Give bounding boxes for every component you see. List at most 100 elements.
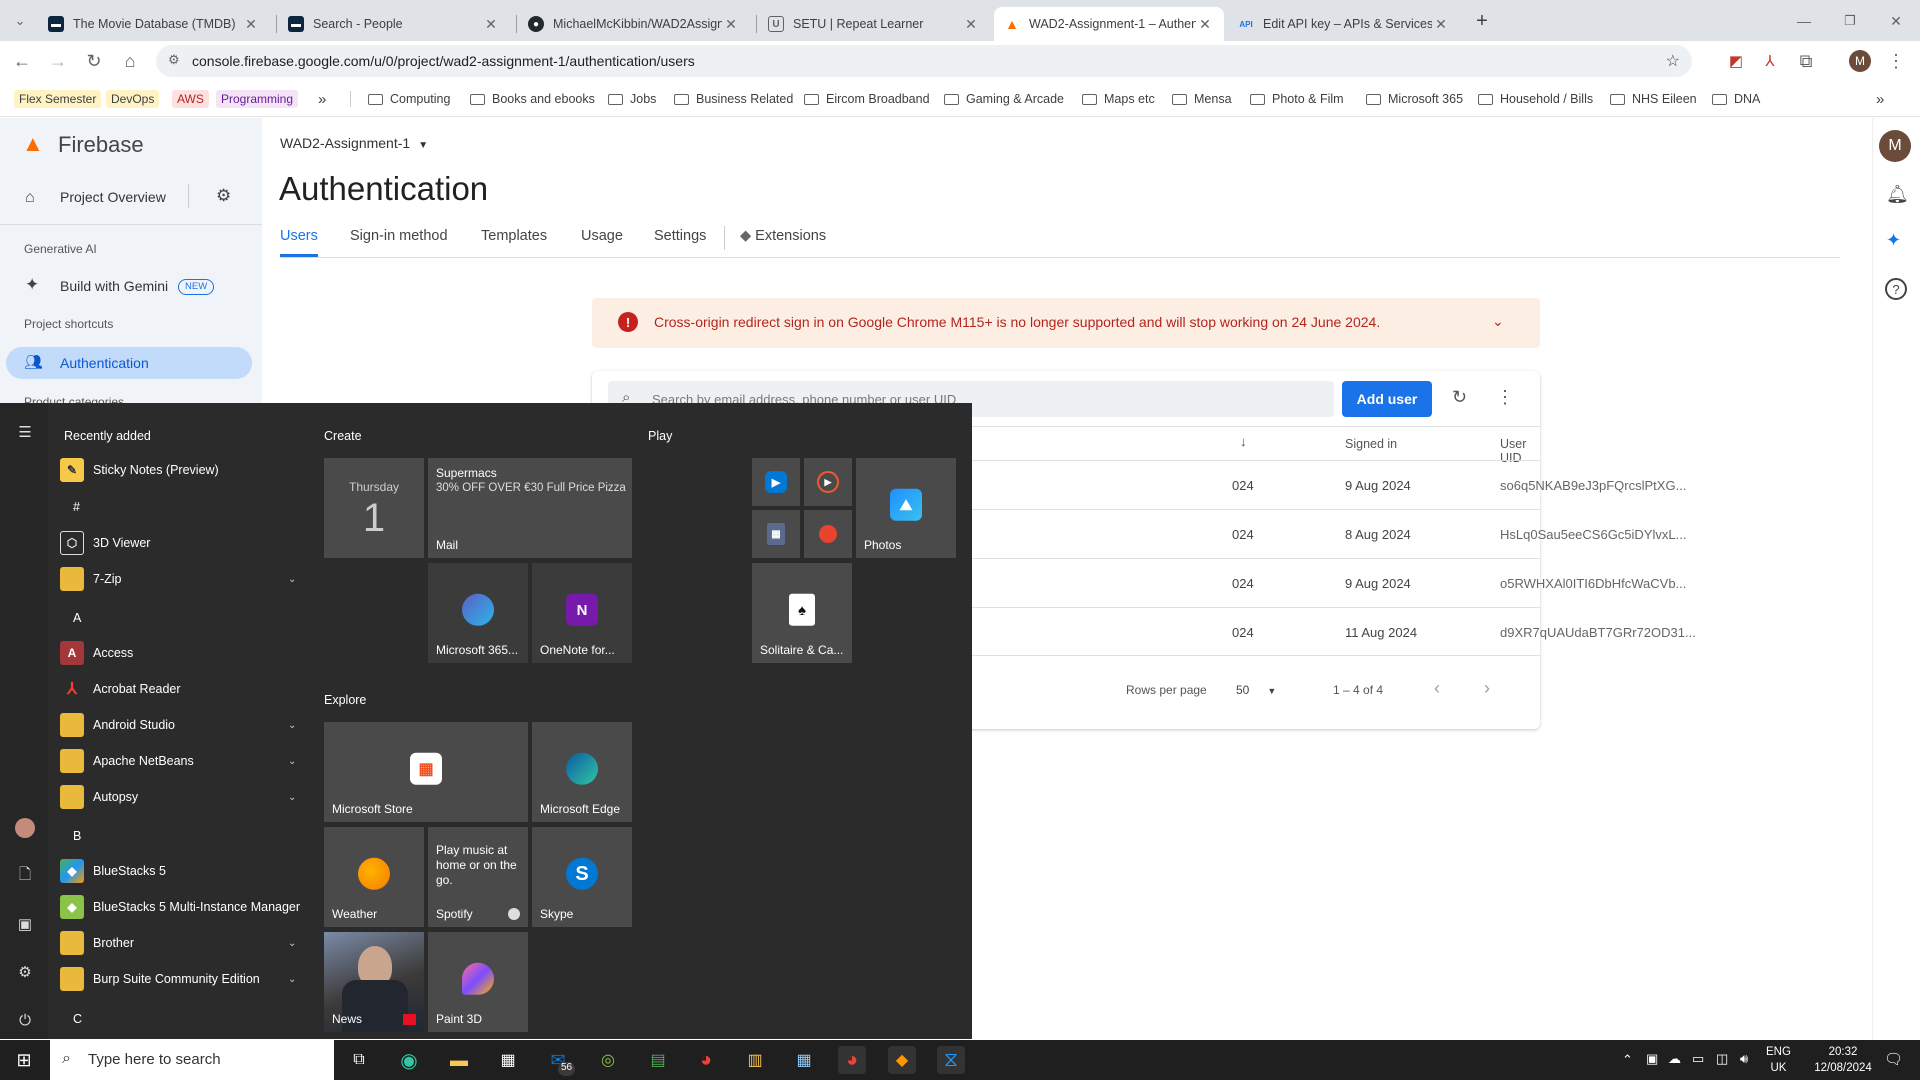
sidebar-item-authentication[interactable]: 👥︎ Authentication bbox=[6, 347, 252, 379]
gemini-sparkle-icon[interactable]: ✦ bbox=[1886, 230, 1901, 251]
bookmark-aws[interactable]: AWS bbox=[172, 90, 209, 108]
address-bar[interactable]: ⚙ console.firebase.google.com/u/0/projec… bbox=[156, 45, 1692, 77]
acrobat-extension-icon[interactable]: ⅄ bbox=[1756, 47, 1784, 75]
solitaire-tile[interactable]: ♠ Solitaire & Ca... bbox=[752, 563, 852, 663]
microsoft-store-tile[interactable]: ▦ Microsoft Store bbox=[324, 722, 528, 822]
all-bookmarks-chevron-icon[interactable]: » bbox=[1876, 89, 1884, 109]
network-icon[interactable]: ◫ bbox=[1716, 1051, 1728, 1067]
forward-arrow-icon[interactable]: → bbox=[44, 47, 72, 75]
spotify-tile[interactable]: Play music at home or on the go. Spotify bbox=[428, 827, 528, 927]
bookmark-devops[interactable]: DevOps bbox=[106, 90, 160, 108]
browser-tab-active[interactable]: ▲ WAD2-Assignment-1 – Authent… ✕ bbox=[994, 7, 1224, 41]
bookmark-folder[interactable]: NHS Eileen bbox=[1610, 89, 1697, 109]
help-icon[interactable]: ? bbox=[1885, 278, 1907, 300]
weather-tile[interactable]: Weather bbox=[324, 827, 424, 927]
expand-chevron-icon[interactable]: ⌄ bbox=[1492, 313, 1504, 330]
bookmark-folder[interactable]: Mensa bbox=[1172, 89, 1232, 109]
paint-3d-tile[interactable]: Paint 3D bbox=[428, 932, 528, 1032]
account-avatar[interactable]: M bbox=[1879, 130, 1911, 162]
documents-icon[interactable]: 🗋︎ bbox=[14, 865, 36, 887]
settings-gear-icon[interactable]: ⚙ bbox=[216, 186, 231, 206]
show-hidden-icons-icon[interactable]: ⌃ bbox=[1622, 1052, 1633, 1068]
app-list-item[interactable]: Brother ⌄ bbox=[60, 925, 300, 961]
store-taskbar-icon[interactable]: ▦ bbox=[494, 1046, 522, 1074]
pictures-icon[interactable]: ▣ bbox=[14, 913, 36, 935]
user-avatar-icon[interactable] bbox=[14, 817, 36, 839]
power-icon[interactable]: ⏻ bbox=[14, 1009, 36, 1031]
restore-button[interactable]: ❐ bbox=[1836, 7, 1864, 35]
skype-tile[interactable]: S Skype bbox=[532, 827, 632, 927]
chrome-profile-taskbar-icon[interactable]: ◕ bbox=[838, 1046, 866, 1074]
group-letter[interactable]: C bbox=[73, 1012, 82, 1026]
edge-taskbar-icon[interactable]: ◉ bbox=[395, 1046, 423, 1074]
prev-page-icon[interactable]: ‹ bbox=[1434, 678, 1440, 699]
battery-icon[interactable]: ▭ bbox=[1692, 1051, 1704, 1067]
android-studio-taskbar-icon[interactable]: ◎ bbox=[594, 1046, 622, 1074]
bookmark-folder[interactable]: Jobs bbox=[608, 89, 656, 109]
microsoft-365-tile[interactable]: Microsoft 365... bbox=[428, 563, 528, 663]
chrome-taskbar-icon[interactable]: ◕ bbox=[692, 1046, 720, 1074]
group-letter[interactable]: B bbox=[73, 829, 81, 843]
tab-sign-in-method[interactable]: Sign-in method bbox=[350, 228, 448, 244]
browser-tab[interactable]: U SETU | Repeat Learner ✕ bbox=[758, 7, 990, 41]
bookmark-flex-semester[interactable]: Flex Semester bbox=[14, 90, 102, 108]
sort-arrow-icon[interactable]: ↓ bbox=[1240, 434, 1247, 449]
home-icon[interactable]: ⌂ bbox=[116, 47, 144, 75]
calculator-taskbar-icon[interactable]: ▦ bbox=[790, 1046, 818, 1074]
profile-avatar[interactable]: M bbox=[1846, 47, 1874, 75]
app-list-item[interactable]: 7-Zip ⌄ bbox=[60, 561, 300, 597]
site-info-icon[interactable]: ⚙ bbox=[168, 52, 180, 68]
bookmark-folder[interactable]: DNA bbox=[1712, 89, 1760, 109]
new-tab-button[interactable]: + bbox=[1468, 7, 1496, 35]
bookmark-programming[interactable]: Programming bbox=[216, 90, 299, 108]
more-vert-icon[interactable]: ⋮ bbox=[1496, 387, 1514, 408]
volume-icon[interactable]: 🔊︎ bbox=[1740, 1051, 1748, 1067]
notepad-taskbar-icon[interactable]: ▤ bbox=[644, 1046, 672, 1074]
star-bookmark-icon[interactable]: ☆ bbox=[1666, 51, 1680, 71]
close-icon[interactable]: ✕ bbox=[962, 16, 980, 33]
back-arrow-icon[interactable]: ← bbox=[8, 47, 36, 75]
git-taskbar-icon[interactable]: ◆ bbox=[888, 1046, 916, 1074]
bookmark-folder[interactable]: Eircom Broadband bbox=[804, 89, 930, 109]
app-list-item[interactable]: Android Studio ⌄ bbox=[60, 707, 300, 743]
bookmark-folder[interactable]: Business Related bbox=[674, 89, 793, 109]
calculator-tile[interactable]: ▦ bbox=[752, 510, 800, 558]
hamburger-menu-icon[interactable]: ☰ bbox=[14, 421, 36, 443]
close-icon[interactable]: ✕ bbox=[1196, 16, 1214, 33]
microsoft-edge-tile[interactable]: Microsoft Edge bbox=[532, 722, 632, 822]
minimize-button[interactable]: — bbox=[1790, 7, 1818, 35]
clock[interactable]: 20:32 12/08/2024 bbox=[1808, 1044, 1878, 1076]
notifications-bell-icon[interactable]: 🔔︎ bbox=[1886, 184, 1909, 205]
close-icon[interactable]: ✕ bbox=[722, 16, 740, 33]
taskbar-search-input[interactable]: ⌕ Type here to search bbox=[50, 1040, 334, 1080]
calendar-tile[interactable]: Thursday 1 bbox=[324, 458, 424, 558]
movies-tile[interactable]: ▶ bbox=[752, 458, 800, 506]
app-list-item[interactable]: Autopsy ⌄ bbox=[60, 779, 300, 815]
photos-tile[interactable]: ⛰ Photos bbox=[856, 458, 956, 558]
build-with-gemini-link[interactable]: Build with Gemini bbox=[60, 278, 168, 294]
app-list-item[interactable]: Apache NetBeans ⌄ bbox=[60, 743, 300, 779]
project-overview-link[interactable]: Project Overview bbox=[60, 189, 166, 205]
app-list-item[interactable]: ◆ BlueStacks 5 bbox=[60, 853, 166, 889]
project-switcher[interactable]: WAD2-Assignment-1 ▼ bbox=[280, 135, 428, 151]
tab-templates[interactable]: Templates bbox=[481, 228, 547, 244]
tab-extensions[interactable]: ◆ Extensions bbox=[740, 228, 826, 244]
news-tile[interactable]: News bbox=[324, 932, 424, 1032]
onenote-tile[interactable]: N OneNote for... bbox=[532, 563, 632, 663]
app-list-item[interactable]: ⬡ 3D Viewer bbox=[60, 525, 150, 561]
bookmark-folder[interactable]: Household / Bills bbox=[1478, 89, 1593, 109]
add-user-button[interactable]: Add user bbox=[1342, 381, 1432, 417]
next-page-icon[interactable]: › bbox=[1484, 678, 1490, 699]
file-explorer-icon[interactable]: ▬ bbox=[445, 1046, 473, 1074]
bookmark-folder[interactable]: Microsoft 365 bbox=[1366, 89, 1463, 109]
bookmark-folder[interactable]: Maps etc bbox=[1082, 89, 1155, 109]
app-list-item[interactable]: ⅄ Acrobat Reader bbox=[60, 671, 180, 707]
extensions-puzzle-icon[interactable]: ⧉ bbox=[1792, 47, 1820, 75]
mail-tile[interactable]: Supermacs 30% OFF OVER €30 Full Price Pi… bbox=[428, 458, 632, 558]
tab-users[interactable]: Users bbox=[280, 228, 318, 244]
extension-stripe-icon[interactable]: ◩ bbox=[1722, 47, 1750, 75]
maps-tile[interactable] bbox=[804, 510, 852, 558]
app-list-item[interactable]: A Access bbox=[60, 635, 133, 671]
tab-settings[interactable]: Settings bbox=[654, 228, 706, 244]
rows-per-page-select-visible[interactable]: 50 ▼ bbox=[1236, 683, 1276, 697]
